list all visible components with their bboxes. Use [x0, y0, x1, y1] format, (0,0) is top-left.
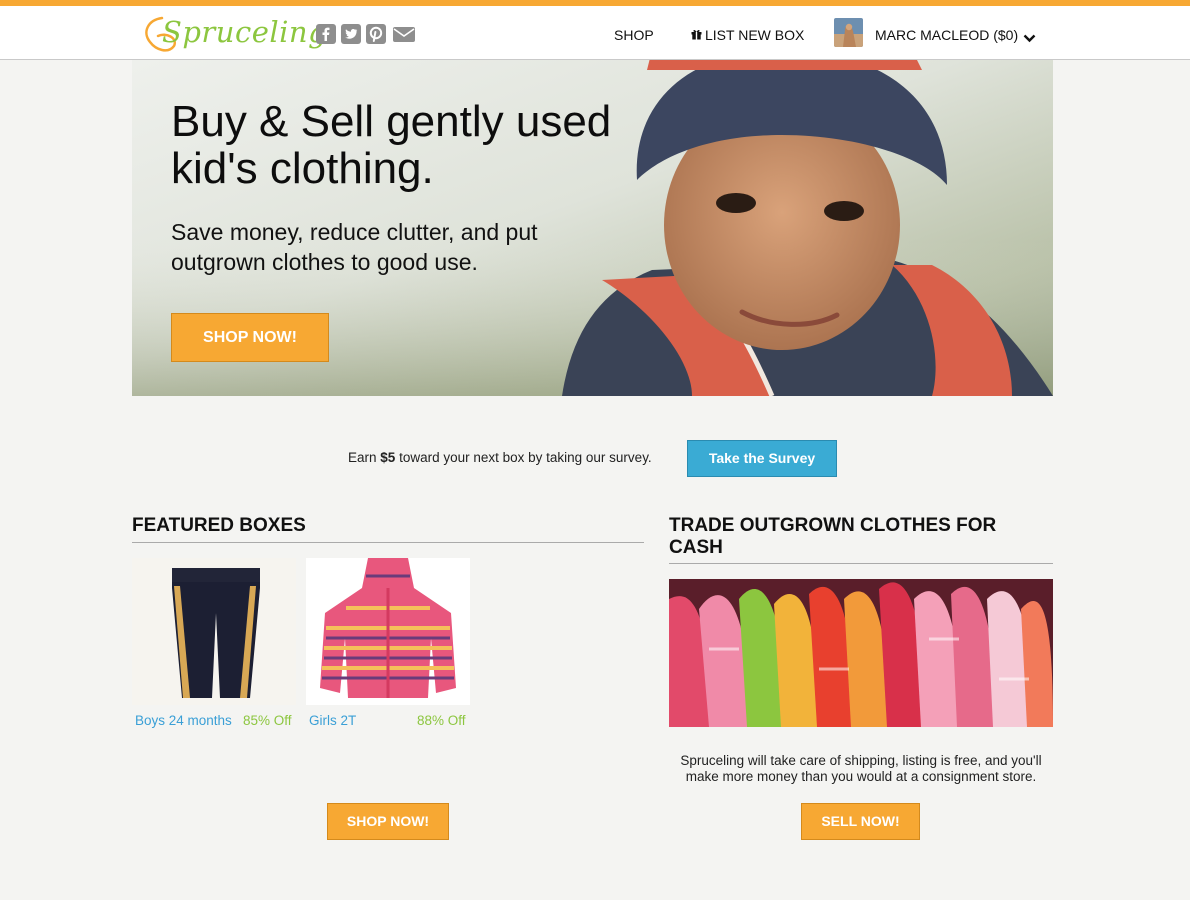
featured-boxes-heading: FEATURED BOXES [132, 515, 306, 536]
site-header: Spruceling SHOP LIST NEW BOX MARC MACLEO… [0, 6, 1190, 60]
email-icon[interactable] [392, 24, 416, 44]
trade-divider [669, 563, 1053, 564]
user-avatar[interactable] [834, 18, 863, 47]
hero-title: Buy & Sell gently used kid's clothing. [171, 97, 612, 193]
twitter-icon[interactable] [341, 24, 361, 44]
logo-wordmark: Spruceling [162, 15, 328, 49]
take-survey-button[interactable]: Take the Survey [687, 440, 837, 477]
nav-shop-link[interactable]: SHOP [614, 27, 654, 43]
spruceling-logo[interactable]: Spruceling [140, 10, 327, 56]
featured-item-girls-label[interactable]: Girls 2T [309, 713, 356, 728]
survey-text-before: Earn [348, 450, 381, 465]
trade-description: Spruceling will take care of shipping, l… [680, 753, 1042, 784]
chevron-down-icon[interactable] [1023, 30, 1036, 48]
hero-shop-now-button[interactable]: SHOP NOW! [171, 313, 329, 362]
survey-prompt: Earn $5 toward your next box by taking o… [348, 450, 652, 465]
featured-item-boys-discount: 85% Off [243, 713, 292, 728]
featured-item-boys-image[interactable] [132, 558, 296, 705]
hero-subtitle: Save money, reduce clutter, and put outg… [171, 219, 538, 275]
nav-list-new-box-label: LIST NEW BOX [705, 27, 805, 43]
featured-shop-now-button[interactable]: SHOP NOW! [327, 803, 449, 840]
user-menu-name[interactable]: MARC MACLEOD ($0) [875, 27, 1018, 43]
trade-clothes-photo [669, 579, 1053, 727]
featured-divider [132, 542, 644, 543]
gift-icon [691, 27, 702, 43]
facebook-icon[interactable] [316, 24, 336, 44]
trade-heading: TRADE OUTGROWN CLOTHES FOR CASH [669, 515, 996, 559]
survey-text-after: toward your next box by taking our surve… [395, 450, 652, 465]
nav-list-new-box-link[interactable]: LIST NEW BOX [691, 27, 804, 43]
featured-item-girls-image[interactable] [306, 558, 470, 705]
trade-heading-line1: TRADE OUTGROWN CLOTHES FOR [669, 515, 997, 536]
featured-item-girls-discount: 88% Off [417, 713, 466, 728]
hero-banner: Buy & Sell gently used kid's clothing. S… [132, 60, 1053, 396]
trade-heading-line2: CASH [669, 537, 723, 558]
survey-amount: $5 [380, 450, 396, 465]
sell-now-button[interactable]: SELL NOW! [801, 803, 920, 840]
featured-item-boys-label[interactable]: Boys 24 months [135, 713, 232, 728]
pinterest-icon[interactable] [366, 24, 386, 44]
